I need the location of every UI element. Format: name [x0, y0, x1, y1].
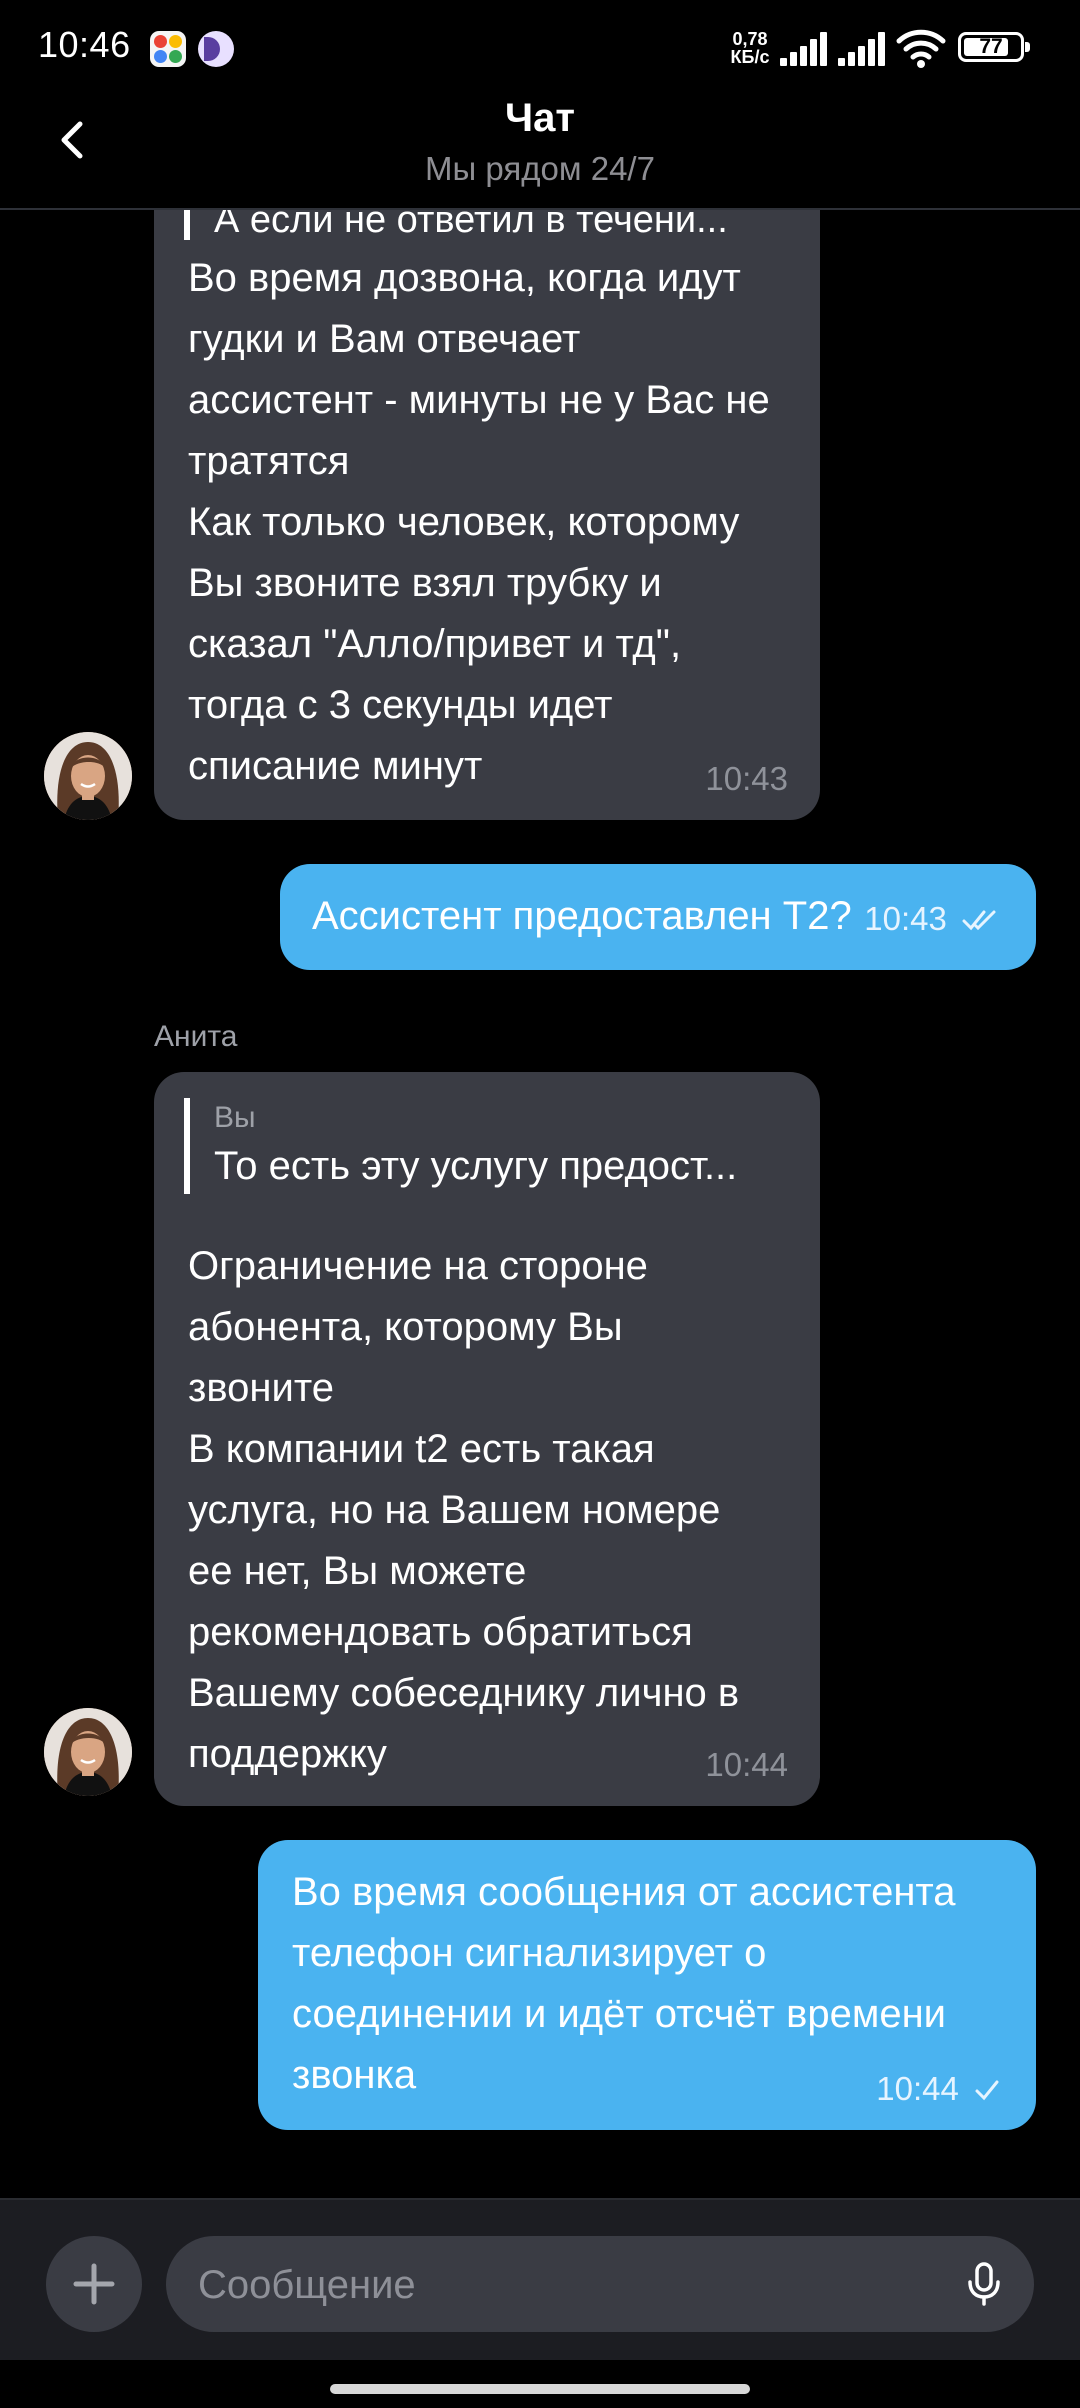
sender-name: Анита: [154, 1020, 238, 1053]
photos-app-icon: [150, 31, 186, 67]
wifi-icon: [896, 29, 946, 68]
message-time: 10:43: [864, 900, 947, 937]
quote-text: А если не ответил в течени...: [214, 210, 728, 241]
outgoing-message[interactable]: Ассистент предоставлен Т2? 10:43: [280, 864, 1036, 970]
message-time: 10:43: [705, 760, 788, 797]
signal-icon: [838, 32, 888, 66]
signal-icon: [780, 32, 830, 66]
quote-author: Вы: [214, 1101, 256, 1134]
page-title: Чат: [505, 96, 575, 140]
message-time-row: 10:44: [876, 2070, 1000, 2108]
network-speed-unit: КБ/с: [730, 47, 770, 67]
network-speed: 0,78 КБ/с: [724, 30, 776, 66]
message-time: 10:44: [705, 1746, 788, 1783]
status-time: 10:46: [38, 24, 131, 65]
operator-avatar-image: [44, 1708, 132, 1796]
network-speed-value: 0,78: [732, 29, 768, 49]
message-text: Во время дозвона, когда идут гудки и Вам…: [188, 256, 770, 788]
outgoing-message[interactable]: Во время сообщения от ассистента телефон…: [258, 1840, 1036, 2130]
message-time-row: 10:43: [864, 900, 1000, 938]
message-text: Ограничение на стороне абонента, котором…: [188, 1244, 740, 1776]
status-bar: 10:46 0,78 КБ/с 77: [0, 0, 1080, 76]
message-input-container[interactable]: [166, 2236, 1034, 2334]
incoming-message[interactable]: Вы То есть эту услугу предост... Огранич…: [154, 1072, 820, 1806]
operator-avatar-image: [44, 732, 132, 820]
battery-icon: 77: [958, 32, 1030, 62]
message-composer: [0, 2198, 1080, 2362]
message-time: 10:44: [876, 2070, 959, 2107]
quote-text: То есть эту услугу предост...: [214, 1144, 738, 1188]
avatar[interactable]: [44, 1708, 132, 1796]
double-check-icon: [962, 910, 996, 931]
incoming-message[interactable]: А если не ответил в течени... Во время д…: [154, 210, 820, 820]
attach-button[interactable]: [46, 2236, 142, 2332]
reply-quote[interactable]: Вы То есть эту услугу предост...: [184, 1098, 737, 1194]
check-icon: [975, 2080, 999, 2101]
moon-app-icon: [198, 31, 234, 67]
battery-level: 77: [979, 35, 1003, 58]
page-subtitle: Мы рядом 24/7: [425, 150, 655, 187]
avatar[interactable]: [44, 732, 132, 820]
navigation-bar: [0, 2360, 1080, 2408]
home-gesture-handle[interactable]: [330, 2384, 750, 2394]
message-text: Ассистент предоставлен Т2?: [312, 894, 852, 938]
message-list[interactable]: А если не ответил в течени... Во время д…: [0, 210, 1080, 2200]
chat-header: Чат Мы рядом 24/7: [0, 76, 1080, 210]
microphone-icon[interactable]: [958, 2258, 1010, 2310]
reply-quote[interactable]: А если не ответил в течени...: [184, 210, 728, 240]
message-input[interactable]: [196, 2236, 940, 2334]
plus-icon: [73, 2263, 115, 2305]
